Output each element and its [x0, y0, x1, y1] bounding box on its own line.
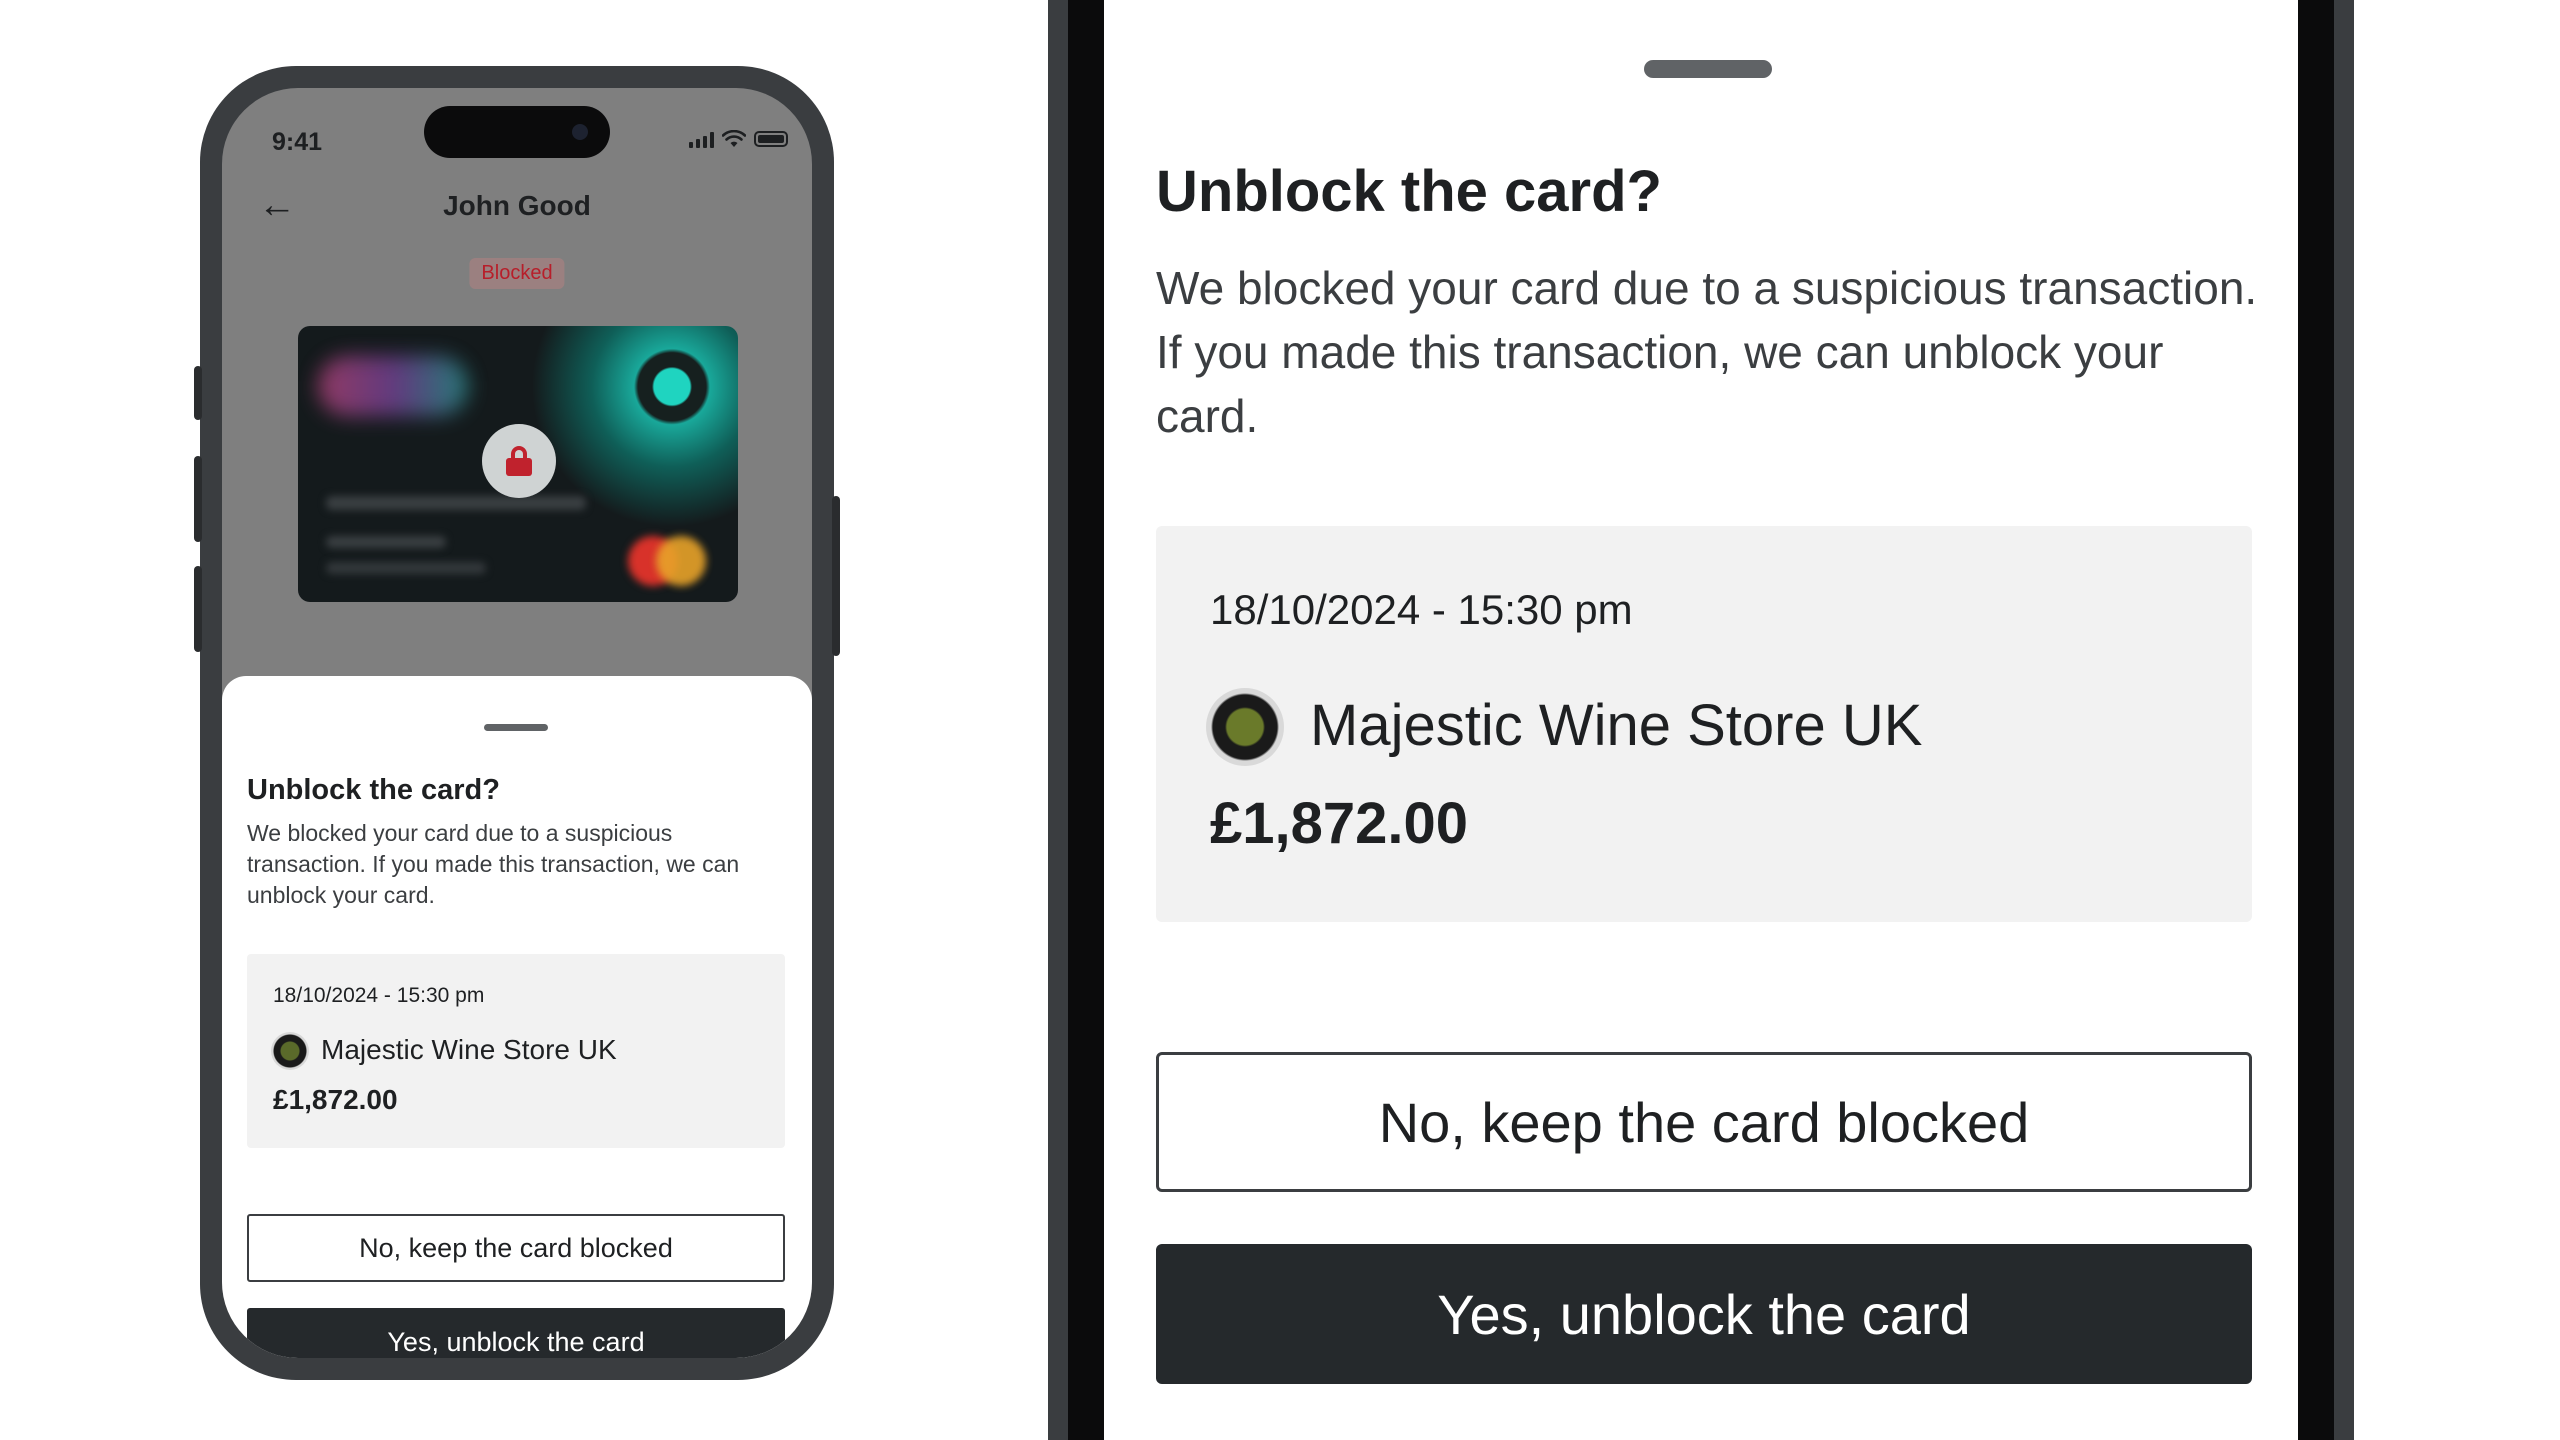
lock-icon [506, 446, 532, 476]
card-image [298, 326, 738, 602]
bottom-sheet: Unblock the card? We blocked your card d… [222, 676, 812, 1358]
merchant-logo [271, 1032, 309, 1070]
phone-mockup: 9:41 ← John Good Blocked Unblock the car… [194, 66, 840, 1380]
keep-blocked-button[interactable]: No, keep the card blocked [1156, 1052, 2252, 1192]
unblock-button[interactable]: Yes, unblock the card [247, 1308, 785, 1358]
phone-screen: 9:41 ← John Good Blocked Unblock the car… [222, 88, 812, 1358]
lock-badge [482, 424, 556, 498]
merchant-name: Majestic Wine Store UK [1310, 693, 1923, 758]
wifi-icon [722, 130, 746, 147]
phone-frame-left-edge [1048, 0, 1068, 1440]
transaction-amount: £1,872.00 [273, 1084, 398, 1115]
mastercard-logo-yellow [656, 536, 706, 586]
transaction-amount: £1,872.00 [1210, 791, 1469, 856]
sheet-title: Unblock the card? [247, 774, 500, 806]
transaction-panel: 18/10/2024 - 15:30 pm Majestic Wine Stor… [247, 954, 785, 1148]
signal-icon [689, 130, 714, 148]
card-number-blurred [326, 496, 586, 510]
volume-up-button [194, 456, 202, 542]
sheet-title: Unblock the card? [1156, 159, 1662, 224]
merchant-logo [1206, 688, 1284, 766]
action-button [194, 366, 202, 420]
transaction-datetime: 18/10/2024 - 15:30 pm [273, 984, 485, 1007]
dynamic-island [424, 106, 610, 158]
battery-icon [754, 131, 788, 147]
unblock-button[interactable]: Yes, unblock the card [1156, 1244, 2252, 1384]
sheet-handle[interactable] [1644, 60, 1772, 78]
zoomed-screen: Unblock the card? We blocked your card d… [1104, 0, 2298, 1440]
card-expiry-blurred [326, 562, 486, 574]
phone-frame-right-edge [2334, 0, 2354, 1440]
page-title: John Good [443, 190, 591, 221]
merchant-name: Majestic Wine Store UK [321, 1034, 617, 1065]
status-bar: 9:41 [222, 88, 812, 178]
status-icons [689, 130, 788, 148]
camera-icon [572, 124, 588, 140]
card-holder-blurred [326, 536, 446, 548]
status-badge: Blocked [469, 258, 565, 289]
nav-header: ← John Good [222, 176, 812, 246]
zoomed-sheet-view: Unblock the card? We blocked your card d… [1048, 0, 2354, 1440]
keep-blocked-button[interactable]: No, keep the card blocked [247, 1214, 785, 1282]
sheet-handle[interactable] [484, 724, 548, 731]
power-button [832, 496, 840, 656]
transaction-datetime: 18/10/2024 - 15:30 pm [1210, 586, 1633, 633]
sheet-description: We blocked your card due to a suspicious… [247, 820, 740, 908]
volume-down-button [194, 566, 202, 652]
transaction-panel: 18/10/2024 - 15:30 pm Majestic Wine Stor… [1156, 526, 2252, 922]
card-logo-blurred [318, 356, 468, 416]
status-time: 9:41 [272, 128, 323, 156]
sheet-description: We blocked your card due to a suspicious… [1156, 262, 2258, 442]
